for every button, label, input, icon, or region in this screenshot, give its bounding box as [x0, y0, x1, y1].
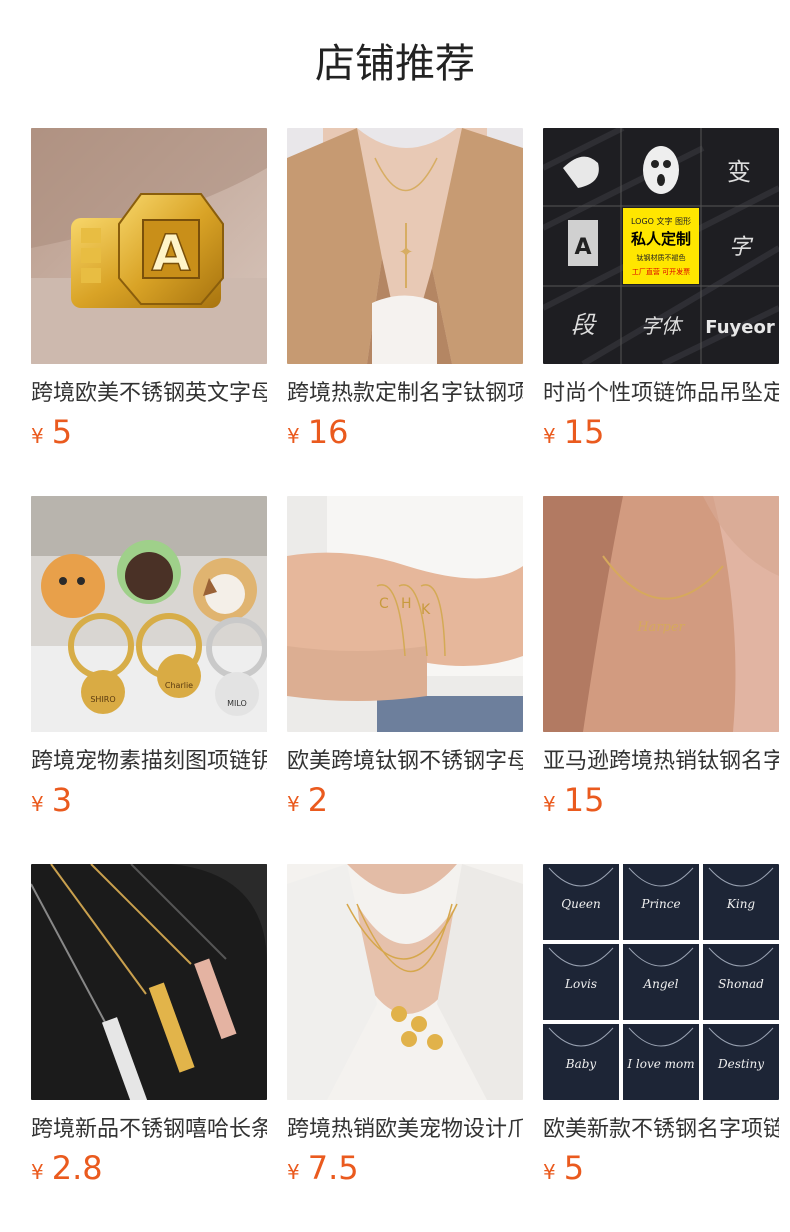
product-name[interactable]: 跨境热款定制名字钛钢项链 — [287, 378, 523, 410]
product-card[interactable]: A 跨境欧美不锈钢英文字母戒指 ¥5 — [31, 128, 267, 496]
necklace-name-text: Angel — [642, 977, 678, 991]
necklace-name-text: Prince — [640, 897, 680, 911]
product-price: ¥3 — [31, 780, 267, 820]
price-value: 16 — [307, 413, 349, 451]
svg-text:A: A — [152, 224, 191, 282]
currency-symbol: ¥ — [31, 792, 44, 816]
product-name[interactable]: 亚马逊跨境热销钛钢名字项链 — [543, 746, 779, 778]
necklace-name-text: Baby — [565, 1057, 597, 1071]
product-image-name-necklace-harper[interactable]: Harper — [543, 496, 779, 732]
product-image-pet-photo-keyrings[interactable]: SHIRO Charlie MILO — [31, 496, 267, 732]
currency-symbol: ¥ — [543, 424, 556, 448]
necklace-name-text: Destiny — [717, 1057, 764, 1071]
collage-logo-line: LOGO 文字 图形 — [631, 216, 691, 226]
necklace-name-text: I love mom — [626, 1057, 694, 1071]
necklace-name-text: King — [726, 897, 756, 911]
price-value: 5 — [51, 413, 73, 451]
product-name[interactable]: 时尚个性项链饰品吊坠定制 — [543, 378, 779, 410]
product-image-letter-bracelet[interactable]: C H K — [287, 496, 523, 732]
price-value: 3 — [51, 781, 73, 819]
product-image-necklace-on-model[interactable]: ✦ — [287, 128, 523, 364]
product-name[interactable]: 跨境新品不锈钢嘻哈长条吊坠 — [31, 1114, 267, 1146]
necklace-name-text: Queen — [561, 897, 601, 911]
product-card[interactable]: SHIRO Charlie MILO 跨境宠物素描刻图项链钥匙扣 ¥3 — [31, 496, 267, 864]
price-value: 5 — [563, 1149, 585, 1187]
product-card[interactable]: Queen Prince King Lovis Angel Shonad Baby I lov… — [543, 864, 779, 1232]
bracelet-letter: C — [379, 596, 389, 612]
product-name[interactable]: 跨境宠物素描刻图项链钥匙扣 — [31, 746, 267, 778]
product-card[interactable]: Harper 亚马逊跨境热销钛钢名字项链 ¥15 — [543, 496, 779, 864]
product-card[interactable]: 跨境热销欧美宠物设计爪印项链 ¥7.5 — [287, 864, 523, 1232]
product-name[interactable]: 跨境欧美不锈钢英文字母戒指 — [31, 378, 267, 410]
product-price: ¥2 — [287, 780, 523, 820]
svg-text:字: 字 — [729, 235, 754, 260]
product-card[interactable]: ✦ 跨境热款定制名字钛钢项链 ¥16 — [287, 128, 523, 496]
product-price: ¥2.8 — [31, 1148, 267, 1188]
currency-symbol: ¥ — [31, 424, 44, 448]
product-price: ¥15 — [543, 780, 779, 820]
price-value: 2.8 — [51, 1149, 103, 1187]
product-price: ¥16 — [287, 412, 523, 452]
product-image-paw-necklace[interactable] — [287, 864, 523, 1100]
product-image-bar-pendants[interactable] — [31, 864, 267, 1100]
currency-symbol: ¥ — [287, 792, 300, 816]
necklace-name-text: Shonad — [718, 977, 764, 991]
product-price: ¥5 — [543, 1148, 779, 1188]
collage-factory-text: 工厂直营 可开发票 — [632, 267, 690, 276]
bracelet-letter: K — [421, 602, 431, 618]
necklace-name-text: Lovis — [564, 977, 597, 991]
collage-main-text: 私人定制 — [630, 230, 691, 248]
price-value: 2 — [307, 781, 329, 819]
product-price: ¥5 — [31, 412, 267, 452]
bracelet-letter: H — [401, 596, 412, 612]
section-title: 店铺推荐 — [315, 41, 475, 87]
currency-symbol: ¥ — [31, 1160, 44, 1184]
pendant-name: Harper — [636, 620, 685, 635]
svg-text:✦: ✦ — [398, 242, 413, 263]
svg-text:段: 段 — [571, 311, 597, 339]
product-name[interactable]: 跨境热销欧美宠物设计爪印项链 — [287, 1114, 523, 1146]
product-card[interactable]: 跨境新品不锈钢嘻哈长条吊坠 ¥2.8 — [31, 864, 267, 1232]
product-image-custom-pendant-collage[interactable]: 变 A LOGO 文字 图形 私人定制 钛钢材质不褪色 工厂直营 可开发票 字 … — [543, 128, 779, 364]
product-card[interactable]: C H K 欧美跨境钛钢不锈钢字母手链 ¥2 — [287, 496, 523, 864]
product-card[interactable]: 变 A LOGO 文字 图形 私人定制 钛钢材质不褪色 工厂直营 可开发票 字 … — [543, 128, 779, 496]
svg-text:字体: 字体 — [641, 314, 684, 338]
product-image-name-necklace-grid[interactable]: Queen Prince King Lovis Angel Shonad Baby I lov… — [543, 864, 779, 1100]
svg-text:变: 变 — [727, 158, 751, 186]
pet-tag-name: SHIRO — [90, 695, 115, 704]
currency-symbol: ¥ — [287, 1160, 300, 1184]
pet-tag-name: Charlie — [165, 681, 193, 690]
price-value: 15 — [563, 781, 605, 819]
product-price: ¥7.5 — [287, 1148, 523, 1188]
currency-symbol: ¥ — [543, 792, 556, 816]
product-image-gold-letter-ring[interactable]: A — [31, 128, 267, 364]
collage-word: Fuyeor — [705, 317, 775, 338]
currency-symbol: ¥ — [543, 1160, 556, 1184]
price-value: 7.5 — [307, 1149, 359, 1187]
currency-symbol: ¥ — [287, 424, 300, 448]
pet-tag-name: MILO — [227, 699, 247, 708]
svg-text:A: A — [574, 235, 591, 260]
product-name[interactable]: 欧美新款不锈钢名字项链 — [543, 1114, 779, 1146]
price-value: 15 — [563, 413, 605, 451]
product-price: ¥15 — [543, 412, 779, 452]
collage-sub-text: 钛钢材质不褪色 — [637, 253, 686, 262]
product-grid: A 跨境欧美不锈钢英文字母戒指 ¥5 ✦ 跨境热款定制名字钛钢项链 — [31, 128, 779, 1232]
product-name[interactable]: 欧美跨境钛钢不锈钢字母手链 — [287, 746, 523, 778]
